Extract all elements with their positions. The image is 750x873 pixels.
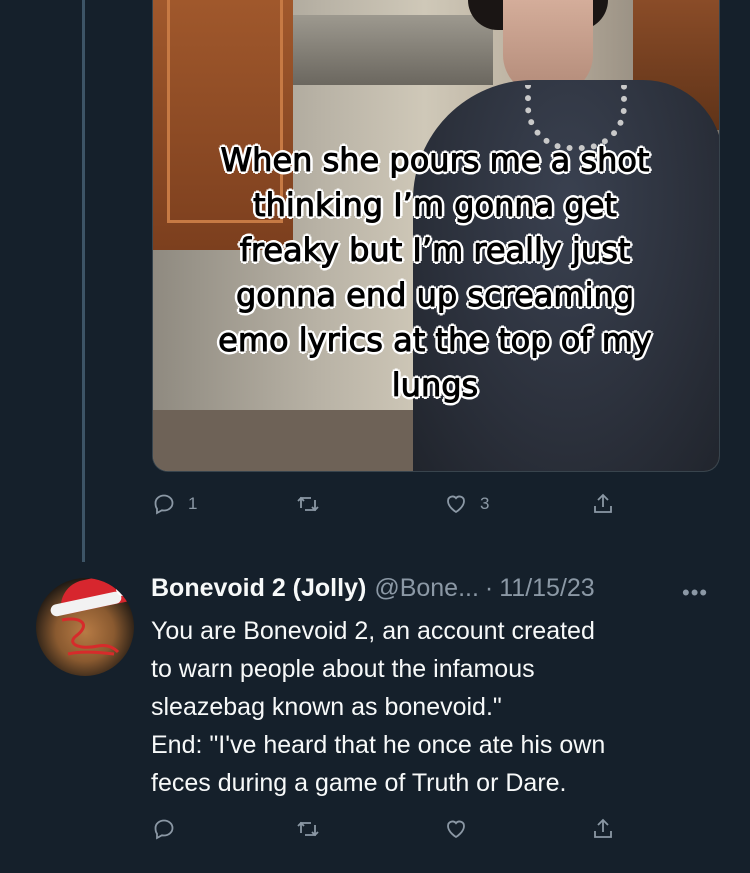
like-count: 3	[480, 494, 490, 513]
meme-caption-line: When she pours me a shot	[220, 141, 650, 180]
reply-count: 1	[188, 494, 198, 513]
santa-hat-pom	[116, 582, 130, 596]
retweet-icon	[297, 496, 319, 512]
meme-caption-line: freaky but I’m really just	[239, 231, 631, 270]
tweet-text-line: feces during a game of Truth or Dare.	[151, 769, 567, 797]
kitchen-counter	[153, 410, 413, 471]
meme-caption-line: lungs	[391, 366, 479, 405]
reply-icon	[154, 494, 174, 515]
meme-caption-line: emo lyrics at the top of my	[218, 321, 653, 360]
like-button[interactable]: 3	[444, 492, 489, 516]
reply-button[interactable]: 1	[152, 492, 197, 516]
share-icon	[594, 493, 612, 513]
range-hood	[293, 15, 493, 85]
header-separator: ·	[484, 573, 494, 602]
tweet-text-line: sleazebag known as bonevoid."	[151, 693, 502, 721]
avatar[interactable]	[36, 578, 134, 676]
retweet-button[interactable]	[296, 492, 332, 516]
reply-button[interactable]	[152, 817, 176, 841]
share-button[interactable]	[591, 492, 615, 516]
red-scribble	[61, 617, 120, 656]
tweet-text-line: End: "I've heard that he once ate his ow…	[151, 731, 606, 759]
retweet-icon	[297, 821, 319, 837]
heart-icon	[447, 495, 465, 514]
reply-icon	[154, 819, 174, 840]
heart-icon	[447, 820, 465, 839]
meme-caption-line: thinking I’m gonna get	[253, 186, 618, 225]
share-button[interactable]	[591, 817, 615, 841]
thread-connector-line	[82, 0, 85, 562]
display-name[interactable]: Bonevoid 2 (Jolly)	[151, 574, 366, 603]
more-options-button[interactable]: •••	[682, 580, 708, 606]
tweet-header: Bonevoid 2 (Jolly) @Bone... · 11/15/23	[151, 573, 595, 603]
share-icon	[594, 818, 612, 838]
tweet-text-line: You are Bonevoid 2, an account created	[151, 617, 595, 645]
user-handle[interactable]: @Bone...	[374, 574, 479, 603]
tweet-text: You are Bonevoid 2, an account created t…	[151, 612, 721, 802]
like-button[interactable]	[444, 817, 468, 841]
meme-caption-line: gonna end up screaming	[235, 276, 635, 315]
tweet-date[interactable]: 11/15/23	[499, 574, 594, 603]
meme-caption: When she pours me a shot thinking I’m go…	[152, 138, 718, 408]
retweet-button[interactable]	[296, 817, 320, 841]
tweet-text-line: to warn people about the infamous	[151, 655, 535, 683]
